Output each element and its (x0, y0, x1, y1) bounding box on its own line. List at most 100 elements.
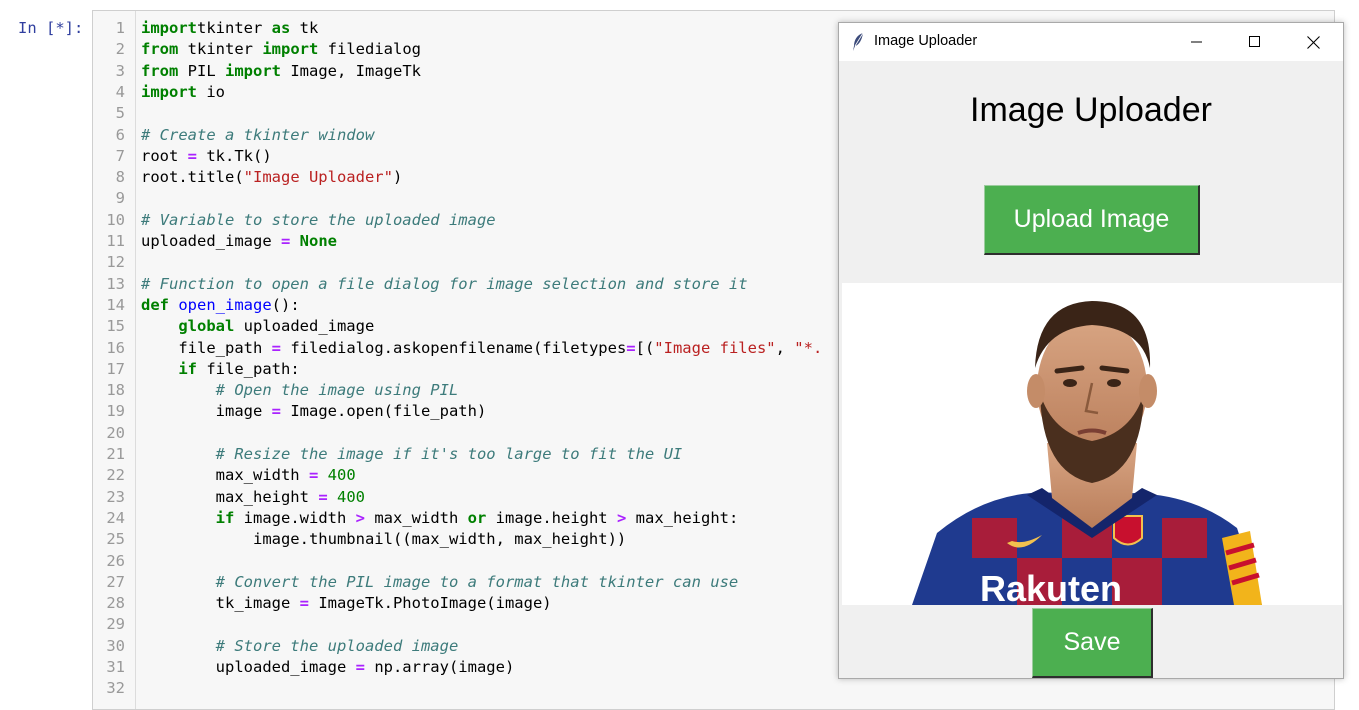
line-number: 24 (106, 508, 125, 527)
code-token: uploaded_image (141, 658, 356, 676)
line-number: 31 (106, 658, 125, 676)
close-button[interactable] (1284, 23, 1342, 61)
code-line[interactable]: 27 # Convert the PIL image to a format t… (93, 572, 738, 593)
line-number: 23 (106, 487, 125, 506)
code-line[interactable]: 11 uploaded_image = None (93, 231, 337, 252)
code-line[interactable]: 25 image.thumbnail((max_width, max_heigh… (93, 529, 626, 550)
code-token: filedialog.askopenfilename(filetypes (281, 338, 627, 357)
code-line[interactable]: 7 root = tk.Tk() (93, 146, 272, 167)
code-line[interactable]: 16 file_path = filedialog.askopenfilenam… (93, 338, 822, 359)
code-token: = (271, 402, 281, 421)
code-token: = (318, 487, 328, 506)
code-token: max_height: (626, 508, 739, 527)
code-line[interactable]: 32 (93, 678, 141, 699)
code-line[interactable]: 23 max_height = 400 (93, 487, 365, 508)
code-token: Image, ImageTk (281, 61, 421, 80)
code-line[interactable]: 15 global uploaded_image (93, 316, 374, 337)
code-line[interactable]: 1 importtkinter as tk (93, 18, 319, 39)
window-titlebar[interactable]: Image Uploader (839, 23, 1343, 61)
player-photo-illustration: Rakuten (842, 283, 1342, 605)
code-line[interactable]: 19 image = Image.open(file_path) (93, 401, 486, 422)
code-line[interactable]: 26 (93, 551, 141, 572)
code-line[interactable]: 18 # Open the image using PIL (93, 380, 458, 401)
code-token: # Open the image using PIL (215, 381, 459, 400)
code-token: if (215, 508, 235, 527)
code-token: io (197, 82, 225, 101)
code-token: 400 (337, 487, 365, 506)
code-token: global (178, 317, 235, 336)
code-token: # Resize the image if it's too large to … (215, 445, 683, 463)
code-token: def (141, 295, 169, 314)
line-number: 29 (106, 615, 125, 634)
code-token: open_image (178, 295, 272, 314)
code-line[interactable]: 24 if image.width > max_width or image.h… (93, 508, 738, 529)
code-line[interactable]: 6 # Create a tkinter window (93, 125, 375, 146)
code-line[interactable]: 31 uploaded_image = np.array(image) (93, 657, 514, 678)
code-token: PIL (178, 61, 225, 80)
code-token: image (141, 402, 272, 421)
code-line[interactable]: 4 import io (93, 82, 225, 103)
line-number: 30 (106, 636, 125, 655)
line-number: 15 (106, 317, 125, 336)
code-line[interactable]: 29 (93, 614, 141, 635)
minimize-button[interactable] (1168, 23, 1226, 61)
code-line[interactable]: 20 (93, 423, 141, 444)
image-uploader-window[interactable]: Image Uploader Image Uploader Upload Ima… (838, 22, 1344, 679)
line-number: 16 (106, 338, 125, 357)
code-line[interactable]: 22 max_width = 400 (93, 465, 355, 486)
code-line[interactable]: 21 # Resize the image if it's too large … (93, 444, 682, 465)
code-token: tk.Tk() (197, 146, 272, 165)
line-number: 17 (106, 359, 125, 378)
upload-image-button[interactable]: Upload Image (984, 185, 1200, 255)
code-token: import (225, 61, 281, 80)
code-token: as (271, 19, 291, 37)
code-token: # Variable to store the uploaded image (141, 210, 496, 229)
code-token: > (616, 508, 627, 527)
code-line[interactable]: 30 # Store the uploaded image (93, 636, 458, 657)
code-line[interactable]: 17 if file_path: (93, 359, 300, 380)
line-number: 14 (106, 295, 125, 314)
code-token: # Create a tkinter window (141, 125, 375, 144)
code-token: file_path: (197, 359, 300, 378)
code-line[interactable]: 5 (93, 103, 141, 124)
line-number: 4 (115, 82, 125, 101)
code-line[interactable]: 13 # Function to open a file dialog for i… (93, 274, 747, 295)
code-token: = (626, 338, 636, 357)
code-token: (): (271, 295, 300, 314)
code-token: image.thumbnail((max_width, max_height)) (141, 530, 627, 549)
code-token: root (141, 146, 188, 165)
code-line[interactable]: 10 # Variable to store the uploaded image (93, 210, 496, 231)
line-number: 6 (115, 125, 125, 144)
code-token: max_height (141, 487, 319, 506)
code-line[interactable]: 2 from tkinter import filedialog (93, 39, 421, 60)
code-token: # Convert the PIL image to a format that… (215, 572, 739, 591)
line-number: 5 (115, 104, 125, 123)
maximize-button[interactable] (1226, 23, 1284, 61)
code-line[interactable]: 3 from PIL import Image, ImageTk (93, 61, 421, 82)
code-line[interactable]: 8 root.title("Image Uploader") (93, 167, 403, 188)
code-token: from (141, 61, 179, 80)
code-token: "*. (794, 338, 823, 357)
minimize-icon (1191, 41, 1202, 43)
line-number: 32 (106, 679, 125, 698)
jersey-sponsor-text: Rakuten (980, 568, 1122, 605)
code-line[interactable]: 14 def open_image(): (93, 295, 300, 316)
line-number: 26 (106, 551, 125, 570)
code-token: image.width (234, 508, 356, 527)
line-number: 21 (106, 445, 125, 463)
code-token: tk (290, 19, 319, 37)
code-line[interactable]: 28 tk_image = ImageTk.PhotoImage(image) (93, 593, 552, 614)
code-token: ImageTk.PhotoImage(image) (308, 594, 552, 613)
line-number: 19 (106, 402, 125, 421)
code-token: , (775, 338, 795, 357)
save-button[interactable]: Save (1032, 608, 1153, 678)
code-line[interactable]: 9 (93, 188, 141, 209)
code-line[interactable]: 12 (93, 252, 141, 273)
code-token: file_path (141, 338, 272, 357)
